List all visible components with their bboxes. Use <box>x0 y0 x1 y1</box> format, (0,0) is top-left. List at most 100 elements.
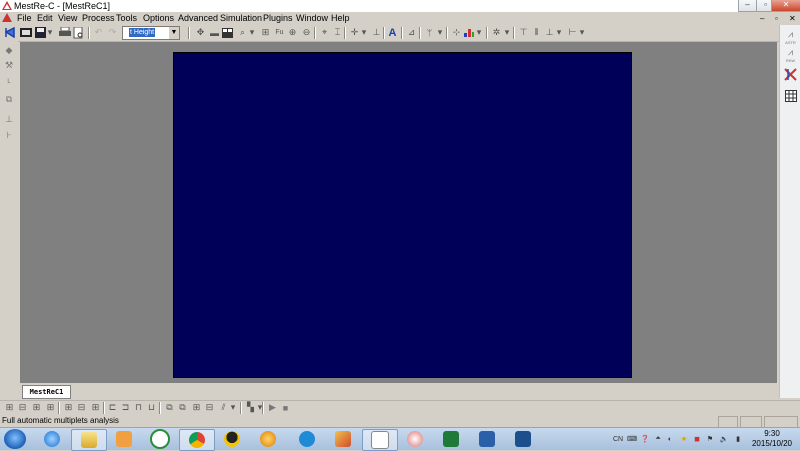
cursor-icon[interactable]: ◆ <box>2 44 16 56</box>
align-top-icon[interactable]: ⊤ <box>517 26 530 39</box>
print-preview-icon[interactable] <box>72 26 85 39</box>
layout-icon[interactable]: ⊞ <box>3 401 16 414</box>
media-player-icon[interactable] <box>107 429 141 449</box>
tab-mestrec1[interactable]: MestReC1 <box>22 385 71 399</box>
zoom-dropdown-icon[interactable]: ▾ <box>248 26 256 39</box>
file-explorer-icon[interactable] <box>71 429 107 451</box>
chevron-down-icon[interactable]: ▼ <box>169 27 179 39</box>
table-icon[interactable] <box>783 89 798 103</box>
menu-advanced[interactable]: Advanced <box>178 12 218 25</box>
integrate-icon[interactable]: ⌶ <box>331 26 344 39</box>
layout-split-icon[interactable]: ⊞ <box>30 401 43 414</box>
settings-dropdown-icon[interactable]: ▾ <box>503 26 511 39</box>
pan-icon[interactable]: ✥ <box>194 26 207 39</box>
tools-icon[interactable]: ⚒ <box>2 59 16 71</box>
multiplet-icon[interactable]: ⊿ <box>405 26 418 39</box>
baseline-icon[interactable]: ⊥ <box>370 26 383 39</box>
zoom-box-icon[interactable]: ⧉ <box>2 93 16 105</box>
menu-options[interactable]: Options <box>143 12 174 25</box>
save-dropdown-icon[interactable]: ▾ <box>46 26 54 39</box>
security-icon[interactable]: ◼ <box>691 432 703 446</box>
baseline-tool-icon[interactable]: ⊥ <box>2 113 16 125</box>
language-indicator[interactable]: CN <box>611 432 625 446</box>
ico-app-icon[interactable] <box>143 429 177 449</box>
grid-view-icon[interactable] <box>221 26 234 39</box>
excel-icon[interactable] <box>434 429 468 449</box>
table-view-icon[interactable]: ⊞ <box>190 401 203 414</box>
copy-icon[interactable]: ⧉ <box>163 401 176 414</box>
rkw-icon[interactable]: ⩘ <box>783 47 798 57</box>
volume-icon[interactable]: 🔈 <box>718 432 730 446</box>
stacked-plot-icon[interactable]: ⫴ <box>530 26 543 39</box>
menu-file[interactable]: File <box>17 12 32 25</box>
crosshair-icon[interactable]: ⌖ <box>318 26 331 39</box>
ruler-dropdown-icon[interactable]: ▾ <box>578 26 586 39</box>
menu-simulation[interactable]: Simulation <box>220 12 262 25</box>
undo-icon[interactable]: ↶ <box>92 26 105 39</box>
full-label-icon[interactable]: Fu <box>273 26 286 39</box>
fit-all-icon[interactable]: ⊔ <box>145 401 158 414</box>
keyboard-icon[interactable]: ⌨ <box>626 432 638 446</box>
menu-plugins[interactable]: Plugins <box>263 12 293 25</box>
mestrec-taskbar-icon[interactable] <box>362 429 398 451</box>
network-icon[interactable]: ▮ <box>732 432 744 446</box>
help-icon[interactable]: ❓ <box>639 432 651 446</box>
phase-icon[interactable]: ᛘ <box>423 26 436 39</box>
phase-dropdown-icon[interactable]: ▾ <box>436 26 444 39</box>
peak-pick-dropdown-icon[interactable]: ▾ <box>360 26 368 39</box>
open-spectrum-icon[interactable] <box>4 26 17 39</box>
arrange-icon[interactable]: ⊞ <box>62 401 75 414</box>
close-button[interactable]: ✕ <box>771 0 800 12</box>
internet-explorer-icon[interactable] <box>35 429 69 449</box>
label-tool-icon[interactable]: L <box>2 75 16 89</box>
color-peaks-icon[interactable] <box>462 26 475 39</box>
browser-icon[interactable] <box>251 429 285 449</box>
start-button[interactable] <box>4 429 26 449</box>
export-dropdown-icon[interactable]: ▾ <box>229 401 237 414</box>
fit-page-icon[interactable]: ⊓ <box>132 401 145 414</box>
tray-app-icon[interactable]: ◐ <box>664 432 676 446</box>
menu-help[interactable]: Help <box>331 12 350 25</box>
stop-icon[interactable]: ■ <box>279 401 292 414</box>
zoom-in-icon[interactable]: ⊕ <box>286 26 299 39</box>
scroll-icon[interactable]: ▬ <box>208 26 221 39</box>
tool-app-icon[interactable] <box>326 429 360 449</box>
mdi-restore-button[interactable]: ▫ <box>775 12 778 25</box>
chemdraw-icon[interactable] <box>506 429 540 449</box>
fit-height-icon[interactable]: ⊐ <box>119 401 132 414</box>
system-clock[interactable]: 9:30 2015/10/20 <box>748 429 796 449</box>
arrange-vertical-icon[interactable]: ⊞ <box>89 401 102 414</box>
paste-icon[interactable]: ⧉ <box>176 401 189 414</box>
flag-icon[interactable]: ⚑ <box>704 432 716 446</box>
astr-icon[interactable]: ⩘ <box>783 29 798 39</box>
chrome-icon[interactable] <box>179 429 215 451</box>
layout-tile-icon[interactable]: ⊟ <box>16 401 29 414</box>
minimize-button[interactable]: – <box>738 0 757 12</box>
menu-edit[interactable]: Edit <box>37 12 53 25</box>
settings-icon[interactable]: ✲ <box>490 26 503 39</box>
arrange-horizontal-icon[interactable]: ⊟ <box>75 401 88 414</box>
mdi-minimize-button[interactable]: – <box>760 12 764 25</box>
video-icon[interactable] <box>470 429 504 449</box>
menu-window[interactable]: Window <box>296 12 328 25</box>
menu-tools[interactable]: Tools <box>116 12 137 25</box>
k-app-icon[interactable] <box>290 429 324 449</box>
document-icon[interactable] <box>2 13 12 23</box>
chevron-up-icon[interactable]: ⏶ <box>652 432 664 446</box>
menu-process[interactable]: Process <box>82 12 115 25</box>
pdf-icon[interactable] <box>398 429 432 449</box>
star-icon[interactable]: ★ <box>678 432 690 446</box>
molecule-icon[interactable] <box>783 67 798 81</box>
fit-width-icon[interactable]: ⊏ <box>106 401 119 414</box>
zoom-out-icon[interactable]: ⊖ <box>300 26 313 39</box>
print-icon[interactable] <box>58 26 71 39</box>
redo-icon[interactable]: ↷ <box>106 26 119 39</box>
film-icon[interactable] <box>19 26 32 39</box>
layout-grid-icon[interactable]: ⊞ <box>44 401 57 414</box>
align-dropdown-icon[interactable]: ▾ <box>555 26 563 39</box>
height-select[interactable]: t Height ▼ <box>122 26 180 40</box>
spectrum-canvas[interactable] <box>173 52 632 378</box>
play-icon[interactable]: ▶ <box>266 401 279 414</box>
menu-view[interactable]: View <box>58 12 77 25</box>
color-peaks-dropdown-icon[interactable]: ▾ <box>475 26 483 39</box>
